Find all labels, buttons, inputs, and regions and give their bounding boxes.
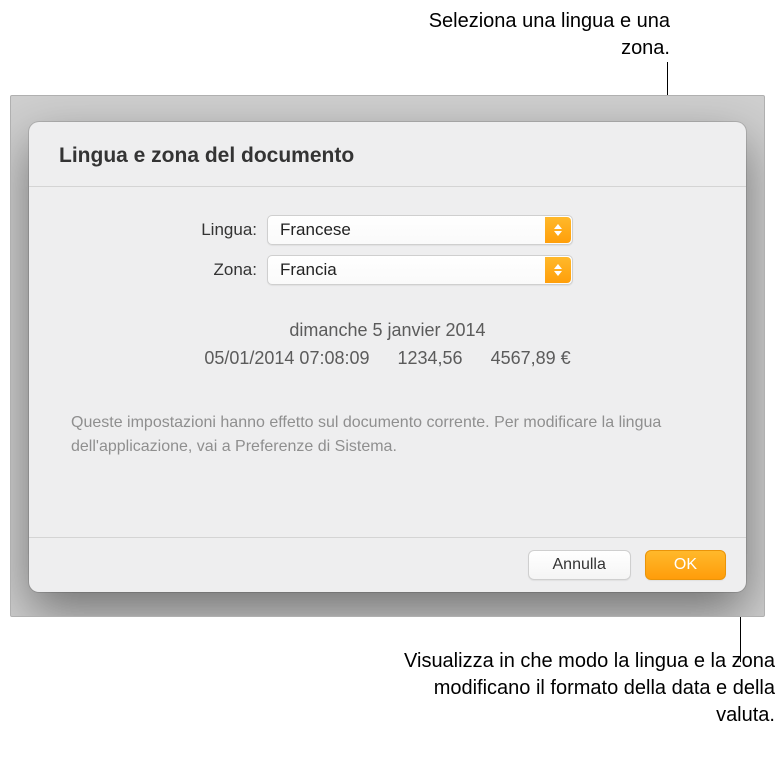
- language-row: Lingua: Francese: [67, 215, 708, 245]
- ok-button[interactable]: OK: [645, 550, 726, 580]
- updown-arrows-icon: [545, 257, 571, 283]
- preview-datetime: 05/01/2014 07:08:09: [204, 345, 369, 373]
- callout-preview-explanation: Visualizza in che modo la lingua e la zo…: [370, 648, 775, 729]
- region-row: Zona: Francia: [67, 255, 708, 285]
- language-popup-value: Francese: [280, 220, 351, 240]
- dialog-title: Lingua e zona del documento: [29, 122, 746, 187]
- region-popup[interactable]: Francia: [267, 255, 573, 285]
- region-label: Zona:: [67, 260, 267, 280]
- cancel-button[interactable]: Annulla: [528, 550, 631, 580]
- language-label: Lingua:: [67, 220, 267, 240]
- dialog-body: Lingua: Francese Zona: Francia dimanche …: [29, 187, 746, 537]
- screenshot-backdrop: Lingua e zona del documento Lingua: Fran…: [10, 95, 765, 617]
- preview-decimal: 1234,56: [398, 345, 463, 373]
- format-preview: dimanche 5 janvier 2014 05/01/2014 07:08…: [67, 317, 708, 373]
- region-popup-value: Francia: [280, 260, 337, 280]
- language-popup[interactable]: Francese: [267, 215, 573, 245]
- preview-currency: 4567,89 €: [491, 345, 571, 373]
- dialog-footer: Annulla OK: [29, 537, 746, 592]
- callout-select-language-region: Seleziona una lingua e una zona.: [380, 8, 670, 62]
- preview-long-date: dimanche 5 janvier 2014: [67, 317, 708, 345]
- help-text: Queste impostazioni hanno effetto sul do…: [67, 411, 708, 459]
- updown-arrows-icon: [545, 217, 571, 243]
- language-region-dialog: Lingua e zona del documento Lingua: Fran…: [29, 122, 746, 592]
